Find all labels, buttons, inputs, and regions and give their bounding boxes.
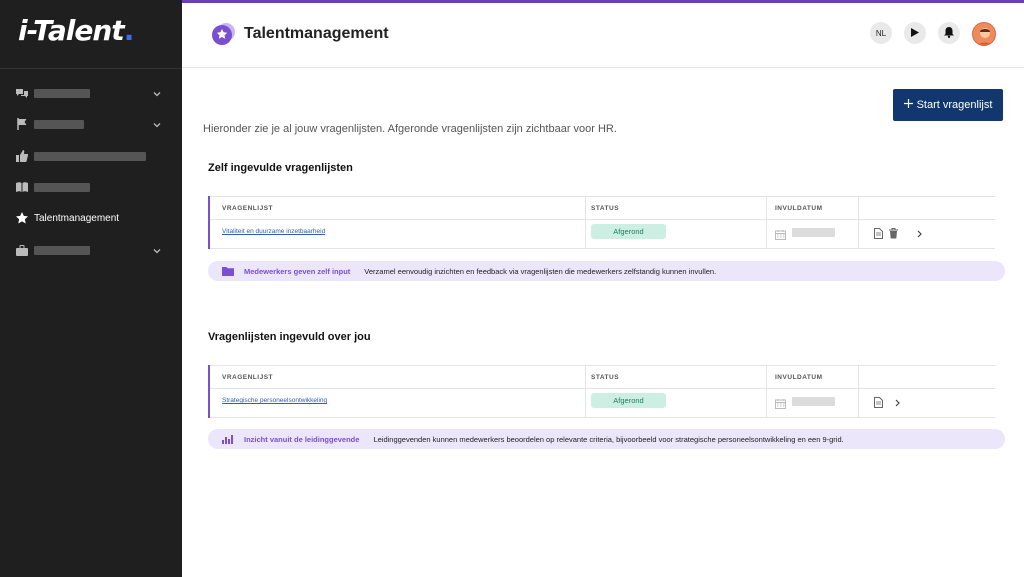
language-label: NL — [875, 28, 887, 38]
date-value-redacted — [792, 397, 835, 406]
section-title: Zelf ingevulde vragenlijsten — [208, 162, 353, 174]
section-title: Vragenlijsten ingevuld over jou — [208, 331, 371, 343]
notifications-button[interactable] — [938, 22, 960, 44]
info-banner: Inzicht vanuit de leidinggevende Leiding… — [208, 429, 1005, 449]
page-title: Talentmanagement — [244, 25, 389, 42]
app-logo[interactable]: i-Talent. — [18, 14, 134, 47]
questionnaire-table: VRAGENLIJST STATUS INVULDATUM Vitaliteit… — [208, 196, 995, 249]
book-icon — [16, 181, 28, 193]
play-button[interactable] — [904, 22, 926, 44]
column-divider — [766, 365, 767, 418]
star-icon — [16, 212, 28, 224]
questionnaire-link[interactable]: Vitaliteit en duurzame inzetbaarheid — [222, 228, 325, 235]
bar-chart-icon — [222, 434, 234, 444]
sidebar-item-label-redacted — [34, 182, 90, 192]
column-header: STATUS — [591, 205, 620, 212]
play-icon — [911, 27, 919, 39]
chevron-right-icon[interactable] — [894, 395, 901, 413]
page-header: Talentmanagement NL — [182, 3, 1024, 68]
column-divider — [858, 365, 859, 418]
chat-bubbles-icon — [16, 87, 28, 99]
sidebar-item-2[interactable] — [16, 114, 166, 134]
start-vragenlijst-button[interactable]: Start vragenlijst — [893, 89, 1003, 121]
sidebar-item-1[interactable] — [16, 83, 166, 103]
chevron-down-icon — [152, 243, 162, 261]
column-divider — [858, 196, 859, 249]
flag-icon — [16, 118, 28, 130]
info-banner-title: Medewerkers geven zelf input — [244, 266, 351, 276]
talentmanagement-star-icon — [210, 22, 236, 46]
document-icon[interactable] — [874, 226, 883, 244]
sidebar-item-label-redacted — [34, 88, 90, 98]
column-header: VRAGENLIJST — [222, 374, 274, 381]
start-button-label: Start vragenlijst — [916, 99, 993, 111]
table-row: Vitaliteit en duurzame inzetbaarheid Afg… — [210, 220, 995, 249]
sidebar-item-label-redacted — [34, 245, 90, 255]
avatar[interactable] — [972, 22, 996, 46]
bell-icon — [944, 26, 954, 40]
table-header-row: VRAGENLIJST STATUS INVULDATUM — [210, 365, 995, 389]
info-banner-title: Inzicht vanuit de leidinggevende — [244, 434, 360, 444]
calendar-icon — [775, 227, 786, 245]
language-button[interactable]: NL — [870, 22, 892, 44]
column-divider — [585, 365, 586, 418]
chevron-down-icon — [152, 86, 162, 104]
chevron-right-icon[interactable] — [916, 226, 923, 244]
sidebar-item-6[interactable] — [16, 240, 166, 260]
sidebar-item-talentmanagement[interactable]: Talentmanagement — [16, 208, 166, 228]
column-divider — [585, 196, 586, 249]
folder-icon — [222, 266, 234, 276]
info-banner-text: Verzamel eenvoudig inzichten en feedback… — [364, 266, 717, 276]
column-divider — [766, 196, 767, 249]
sidebar-item-label-redacted — [34, 119, 84, 129]
sidebar-divider — [0, 68, 182, 69]
intro-text: Hieronder zie je al jouw vragenlijsten. … — [203, 123, 617, 135]
thumbs-up-icon — [16, 150, 28, 162]
column-header: STATUS — [591, 374, 620, 381]
info-banner-text: Leidinggevenden kunnen medewerkers beoor… — [373, 434, 844, 444]
status-badge: Afgerond — [591, 393, 666, 408]
document-icon[interactable] — [874, 395, 883, 413]
column-header: INVULDATUM — [775, 205, 823, 212]
column-header: VRAGENLIJST — [222, 205, 274, 212]
questionnaire-table: VRAGENLIJST STATUS INVULDATUM Strategisc… — [208, 365, 995, 418]
sidebar: i-Talent. Talentmanagement — [0, 0, 182, 577]
chevron-down-icon — [152, 117, 162, 135]
date-value-redacted — [792, 228, 835, 237]
sidebar-item-3[interactable] — [16, 146, 166, 166]
table-header-row: VRAGENLIJST STATUS INVULDATUM — [210, 196, 995, 220]
sidebar-item-label: Talentmanagement — [34, 212, 120, 224]
table-row: Strategische personeelsontwikkeling Afge… — [210, 389, 995, 418]
calendar-icon — [775, 396, 786, 414]
status-badge: Afgerond — [591, 224, 666, 239]
sidebar-item-4[interactable] — [16, 177, 166, 197]
plus-icon — [903, 99, 913, 111]
column-header: INVULDATUM — [775, 374, 823, 381]
info-banner: Medewerkers geven zelf input Verzamel ee… — [208, 261, 1005, 281]
briefcase-icon — [16, 244, 28, 256]
trash-icon[interactable] — [889, 226, 898, 244]
questionnaire-link[interactable]: Strategische personeelsontwikkeling — [222, 397, 327, 404]
sidebar-item-label-redacted — [34, 151, 146, 161]
